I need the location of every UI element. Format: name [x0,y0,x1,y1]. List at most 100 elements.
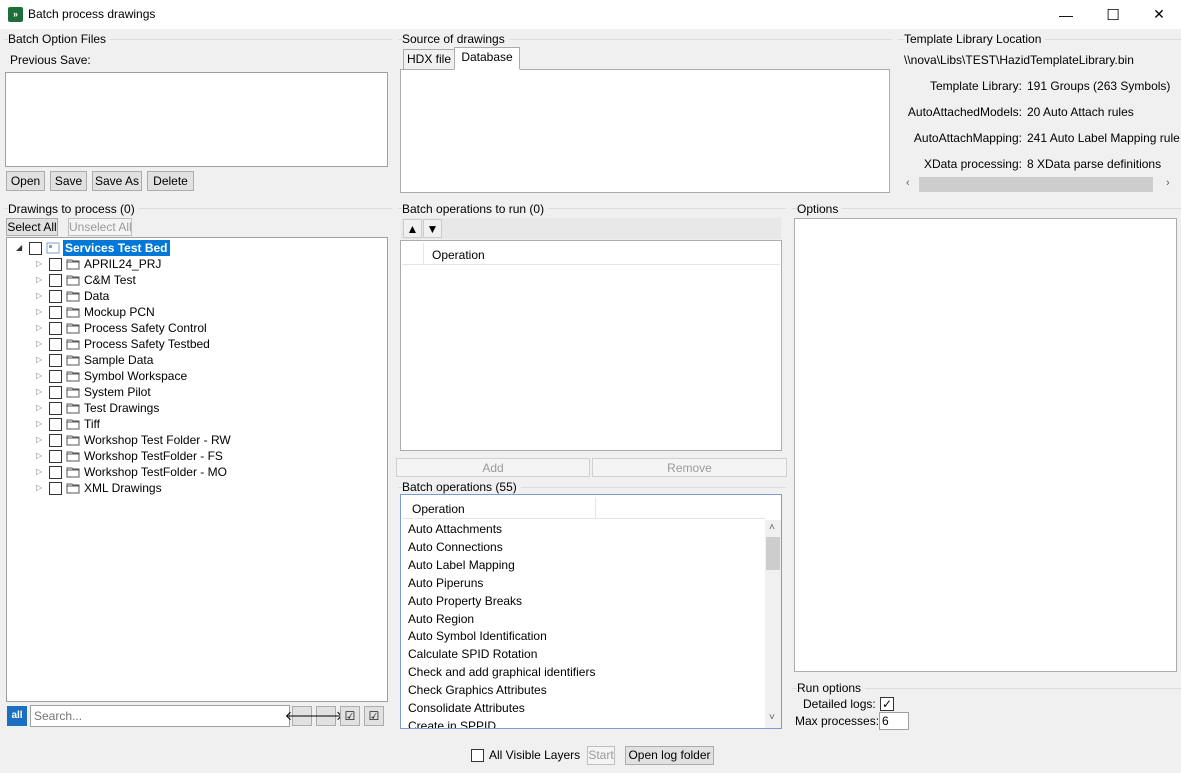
expand-icon[interactable]: ▷ [36,403,44,413]
list-item[interactable]: Check Graphics Attributes [408,681,547,699]
save-button[interactable]: Save [50,171,87,191]
tree-item[interactable]: ▷ Workshop TestFolder - FS [7,448,387,464]
tab-database[interactable]: Database [454,47,520,70]
detailed-logs-checkbox[interactable]: ✓ [880,697,894,711]
max-processes-input[interactable] [879,712,909,730]
tree-item-checkbox[interactable] [49,306,62,319]
list-item[interactable]: Check and add graphical identifiers [408,663,595,681]
run-ops-column-operation[interactable]: Operation [432,248,485,262]
tree-item[interactable]: ▷ Process Safety Testbed [7,336,387,352]
tree-item-label[interactable]: Process Safety Control [84,320,207,336]
tree-item-checkbox[interactable] [49,274,62,287]
save-as-button[interactable]: Save As [92,171,142,191]
previous-save-list[interactable] [5,72,388,167]
all-filter-icon[interactable]: all [7,706,27,726]
tree-item[interactable]: ▷ C&M Test [7,272,387,288]
tree-item-checkbox[interactable] [49,322,62,335]
list-item[interactable]: Create in SPPID [408,717,496,728]
tree-item-label[interactable]: APRIL24_PRJ [84,256,161,272]
tree-item-checkbox[interactable] [49,402,62,415]
tab-hdx-file[interactable]: HDX file [403,49,455,70]
list-item[interactable]: Auto Region [408,610,474,628]
tree-item-checkbox[interactable] [49,482,62,495]
tree-item-label[interactable]: Symbol Workspace [84,368,187,384]
add-button[interactable]: Add [396,458,590,477]
tree-item-label[interactable]: Tiff [84,416,100,432]
tree-item-label[interactable]: XML Drawings [84,480,162,496]
check-down-button[interactable]: ☑ [340,706,360,726]
scroll-up-icon[interactable]: ˄ [769,522,775,533]
tree-item-label[interactable]: Workshop TestFolder - MO [84,464,227,480]
tree-item-label[interactable]: System Pilot [84,384,151,400]
expand-icon[interactable]: ▷ [36,307,44,317]
tree-item-checkbox[interactable] [49,258,62,271]
tree-item-label[interactable]: Test Drawings [84,400,159,416]
list-item[interactable]: Consolidate Attributes [408,699,525,717]
list-item[interactable]: Auto Symbol Identification [408,627,547,645]
tree-item-checkbox[interactable] [49,418,62,431]
all-visible-layers-checkbox[interactable] [471,749,484,762]
list-item[interactable]: Auto Property Breaks [408,592,522,610]
tree-item-checkbox[interactable] [49,354,62,367]
search-input[interactable] [30,705,290,727]
check-up-button[interactable]: ☑ [364,706,384,726]
tree-item-label[interactable]: Data [84,288,109,304]
maximize-button[interactable]: ☐ [1090,0,1136,29]
expand-icon[interactable]: ▷ [36,387,44,397]
batch-ops-list[interactable]: Operation Auto Attachments Auto Connectio… [400,494,782,729]
move-up-button[interactable]: ▲ [403,219,422,238]
select-all-button[interactable]: Select All [6,218,58,236]
tree-item[interactable]: ▷ Symbol Workspace [7,368,387,384]
minimize-button[interactable]: — [1043,0,1089,29]
tree-item-label[interactable]: Sample Data [84,352,153,368]
tree-item[interactable]: ▷ Tiff [7,416,387,432]
tree-item-checkbox[interactable] [49,370,62,383]
batch-ops-vscrollbar[interactable]: ˄ ˅ [765,520,781,728]
expand-icon[interactable]: ▷ [36,451,44,461]
vscroll-thumb[interactable] [766,537,780,570]
tree-item-checkbox[interactable] [49,386,62,399]
tree-item[interactable]: ▷ Mockup PCN [7,304,387,320]
expand-icon[interactable]: ▷ [36,435,44,445]
tree-item-checkbox[interactable] [49,290,62,303]
tree-item[interactable]: ▷ Test Drawings [7,400,387,416]
scroll-down-icon[interactable]: ˅ [769,712,775,723]
tree-item[interactable]: ▷ XML Drawings [7,480,387,496]
collapse-icon[interactable]: ◢ [16,243,24,253]
expand-all-button[interactable]: 🡒 [309,706,343,726]
expand-icon[interactable]: ▷ [36,467,44,477]
open-log-folder-button[interactable]: Open log folder [625,746,714,765]
delete-button[interactable]: Delete [147,171,194,191]
tree-item-label[interactable]: Mockup PCN [84,304,155,320]
hscroll-thumb[interactable] [919,177,1153,192]
tree-item-label[interactable]: Workshop TestFolder - FS [84,448,223,464]
move-down-button[interactable]: ▼ [423,219,442,238]
close-button[interactable]: ✕ [1136,0,1181,29]
tree-item-checkbox[interactable] [49,434,62,447]
tree-item-checkbox[interactable] [49,338,62,351]
expand-icon[interactable]: ▷ [36,339,44,349]
list-item[interactable]: Auto Attachments [408,520,502,538]
list-item[interactable]: Auto Connections [408,538,503,556]
tree-item[interactable]: ▷ Process Safety Control [7,320,387,336]
list-item[interactable]: Auto Piperuns [408,574,483,592]
expand-icon[interactable]: ▷ [36,259,44,269]
tree-root-label[interactable]: Services Test Bed [63,240,170,256]
start-button[interactable]: Start [587,746,615,765]
tree-item[interactable]: ▷ Data [7,288,387,304]
tree-item-checkbox[interactable] [49,450,62,463]
expand-icon[interactable]: ▷ [36,323,44,333]
tree-item-checkbox[interactable] [49,466,62,479]
expand-icon[interactable]: ▷ [36,275,44,285]
scroll-left-icon[interactable]: ‹ [906,177,910,189]
expand-icon[interactable]: ▷ [36,355,44,365]
tree-item[interactable]: ▷ Workshop Test Folder - RW [7,432,387,448]
list-item[interactable]: Calculate SPID Rotation [408,645,537,663]
tree-item-label[interactable]: C&M Test [84,272,136,288]
unselect-all-button[interactable]: Unselect All [68,218,132,236]
expand-icon[interactable]: ▷ [36,291,44,301]
tree-item-label[interactable]: Workshop Test Folder - RW [84,432,231,448]
tree-item-label[interactable]: Process Safety Testbed [84,336,210,352]
template-library-hscrollbar[interactable]: ‹ › [902,176,1178,193]
run-ops-list[interactable]: Operation [400,240,782,451]
